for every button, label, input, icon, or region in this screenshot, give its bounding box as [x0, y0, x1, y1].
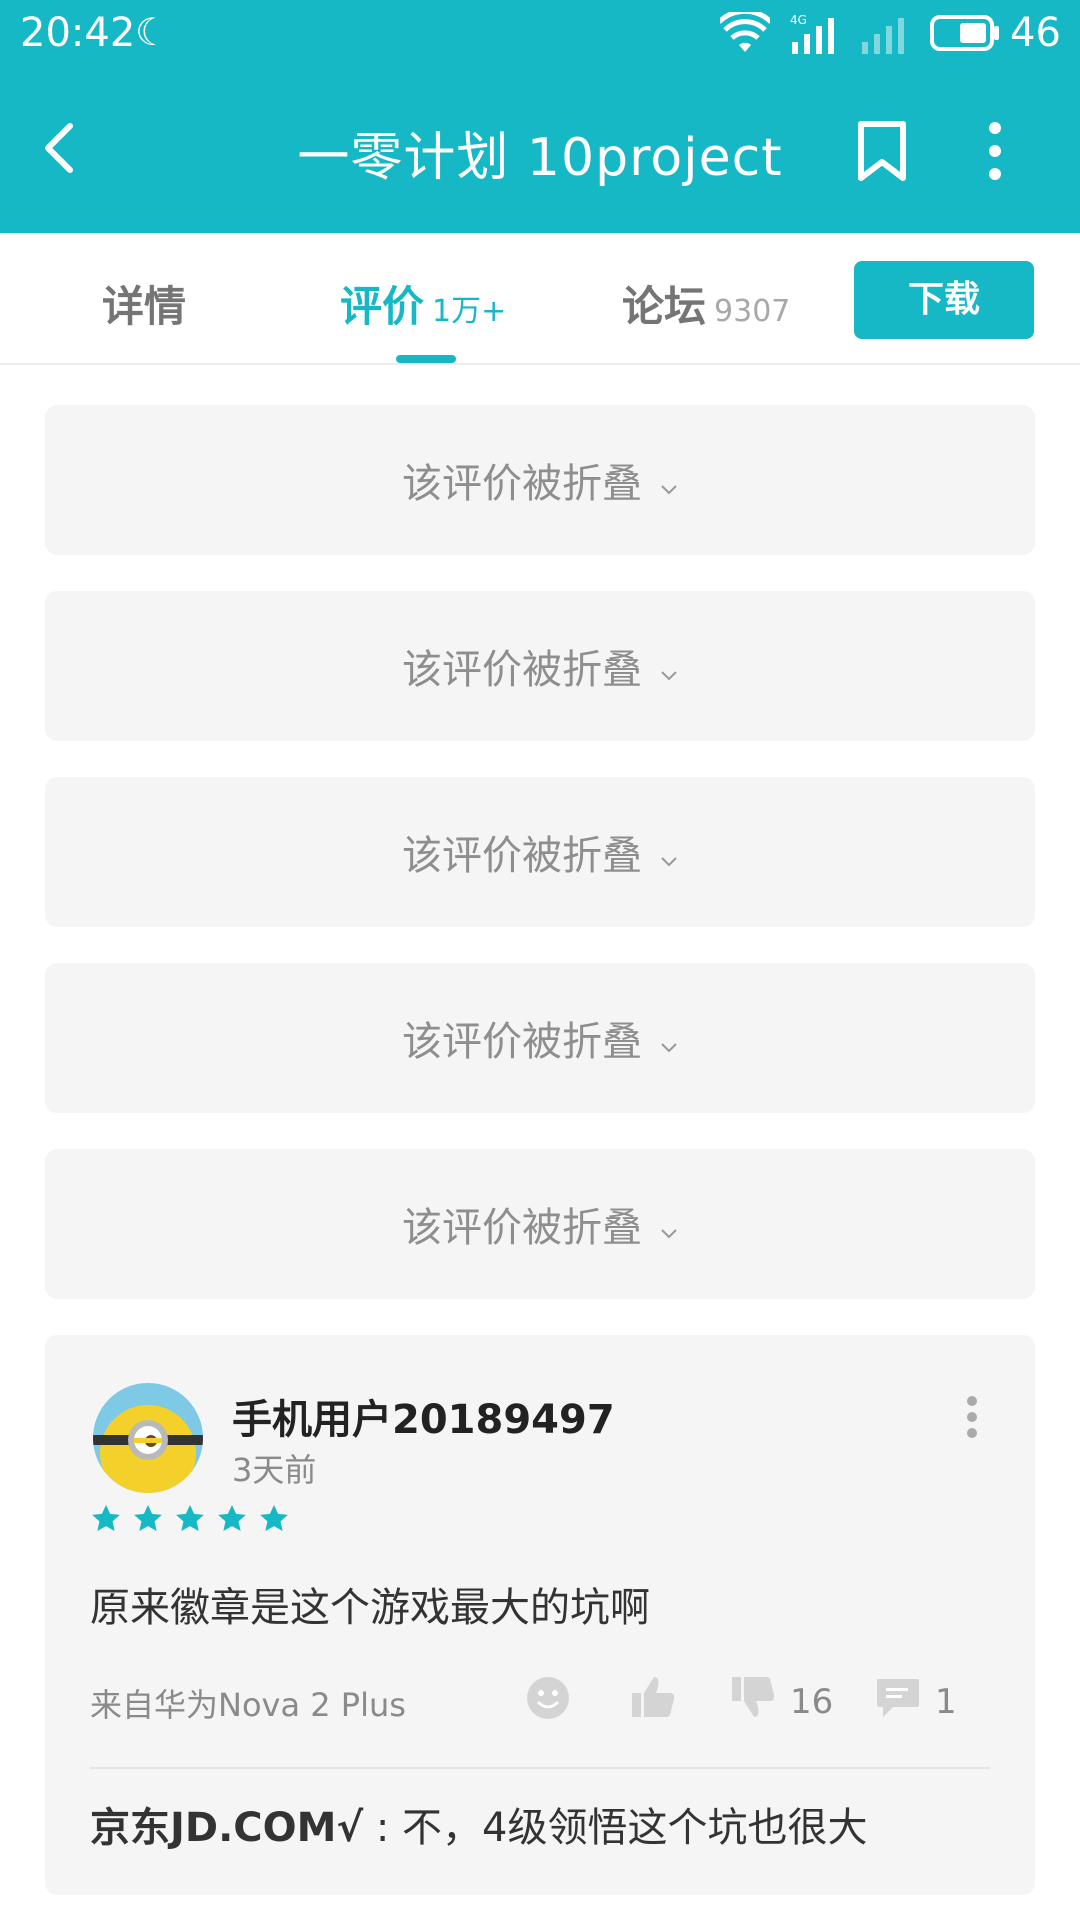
- battery-level: 46: [1010, 10, 1061, 56]
- collapsed-review[interactable]: 该评价被折叠: [45, 963, 1035, 1113]
- tab-count: 9307: [714, 294, 791, 329]
- tab-label: 论坛: [622, 282, 707, 331]
- comment-icon: [875, 1675, 921, 1728]
- star-icon: [260, 1505, 288, 1531]
- status-bar: 20:42 ☾ 4G 46: [0, 0, 1080, 70]
- reply[interactable]: 京东JD.COM√ : 不，4级领悟这个坑也很大: [90, 1795, 867, 1853]
- star-icon: [218, 1505, 246, 1531]
- chevron-down-icon: [660, 1018, 678, 1064]
- reply-author[interactable]: 京东JD.COM√: [90, 1805, 363, 1851]
- collapsed-label: 该评价被折叠: [402, 1019, 642, 1065]
- star-icon: [92, 1505, 120, 1531]
- signal-4g-icon: 4G: [790, 12, 840, 60]
- collapsed-label: 该评价被折叠: [402, 461, 642, 507]
- dislike-button[interactable]: 16: [730, 1675, 833, 1728]
- tab-details[interactable]: 详情: [102, 273, 186, 334]
- collapsed-label: 该评价被折叠: [402, 647, 642, 693]
- tab-label: 详情: [102, 282, 187, 331]
- review-time: 3天前: [232, 1451, 317, 1489]
- collapsed-review[interactable]: 该评价被折叠: [45, 591, 1035, 741]
- wifi-icon: [717, 8, 773, 60]
- smile-icon: [525, 1675, 571, 1730]
- chevron-down-icon: [660, 832, 678, 878]
- tab-bar: 详情 评价 1万+ 论坛 9307 下载: [0, 233, 1080, 365]
- chevron-down-icon: [660, 1204, 678, 1250]
- divider: [90, 1767, 990, 1769]
- review-device: 来自华为Nova 2 Plus: [90, 1686, 406, 1724]
- more-vertical-icon[interactable]: [985, 120, 1005, 186]
- review-card: 手机用户20189497 3天前 原来徽章是这个游戏最大的坑啊 来自华为Nova…: [45, 1335, 1035, 1895]
- active-tab-indicator: [396, 355, 456, 363]
- collapsed-label: 该评价被折叠: [402, 833, 642, 879]
- star-icon: [176, 1505, 204, 1531]
- collapsed-review[interactable]: 该评价被折叠: [45, 405, 1035, 555]
- chevron-down-icon: [660, 646, 678, 692]
- collapsed-review[interactable]: 该评价被折叠: [45, 777, 1035, 927]
- dislike-count: 16: [790, 1681, 834, 1722]
- reply-separator: :: [363, 1805, 403, 1851]
- collapsed-review[interactable]: 该评价被折叠: [45, 1149, 1035, 1299]
- reply-text: 不，4级领悟这个坑也很大: [402, 1805, 868, 1851]
- collapsed-label: 该评价被折叠: [402, 1205, 642, 1251]
- more-vertical-icon[interactable]: [965, 1395, 979, 1443]
- avatar[interactable]: [93, 1383, 203, 1493]
- app-bar: 一零计划 10project: [0, 70, 1080, 233]
- review-text: 原来徽章是这个游戏最大的坑啊: [90, 1585, 650, 1631]
- chevron-down-icon: [660, 460, 678, 506]
- review-username[interactable]: 手机用户20189497: [232, 1387, 615, 1445]
- moon-icon: ☾: [135, 10, 170, 54]
- like-button[interactable]: [630, 1675, 676, 1728]
- comment-button[interactable]: 1: [875, 1675, 957, 1728]
- status-time: 20:42: [20, 10, 136, 56]
- thumbs-down-icon: [730, 1675, 776, 1728]
- signal-icon: [860, 12, 910, 60]
- battery-icon: [930, 14, 1000, 56]
- tab-label: 评价: [340, 282, 425, 331]
- network-label: 4G: [790, 13, 807, 27]
- star-icon: [134, 1505, 162, 1531]
- bookmark-icon[interactable]: [855, 120, 909, 186]
- download-button[interactable]: 下载: [854, 261, 1034, 339]
- tab-forum[interactable]: 论坛 9307: [622, 273, 790, 334]
- thumbs-up-icon: [630, 1675, 676, 1728]
- header: 20:42 ☾ 4G 46 一零计划 10project: [0, 0, 1080, 233]
- tab-count: 1万+: [432, 294, 507, 329]
- app-title: 一零计划 10project: [297, 128, 783, 188]
- rating-stars: [90, 1503, 290, 1535]
- comment-count: 1: [935, 1681, 957, 1722]
- emoji-button[interactable]: [525, 1675, 571, 1730]
- tab-reviews[interactable]: 评价 1万+: [340, 273, 506, 334]
